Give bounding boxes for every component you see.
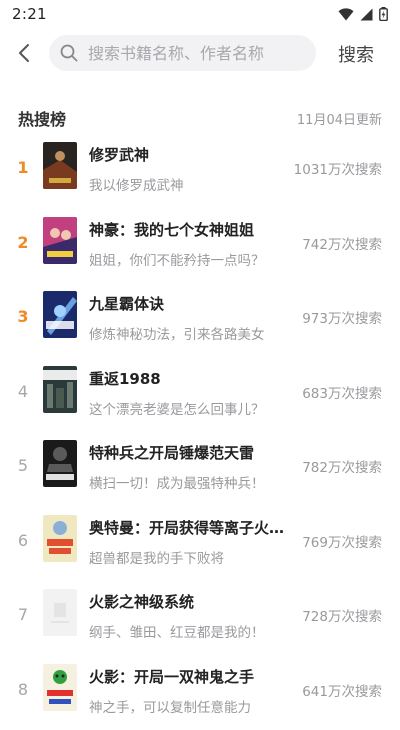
book-title: 特种兵之开局锤爆范天雷 — [89, 442, 289, 463]
search-count: 1031万次搜索 — [294, 158, 382, 178]
rank-number: 3 — [16, 307, 30, 326]
search-input[interactable] — [86, 43, 310, 64]
book-cover — [43, 515, 77, 562]
search-count: 683万次搜索 — [302, 382, 382, 402]
search-button[interactable]: 搜索 — [338, 41, 374, 67]
hot-search-title: 热搜榜 — [18, 106, 66, 130]
list-item[interactable]: 7 火影之神级系统 纲手、雏田、红豆都是我的！ 728万次搜索 — [0, 581, 400, 656]
search-box[interactable] — [49, 35, 316, 71]
book-description: 超兽都是我的手下败将 — [89, 547, 289, 567]
book-cover — [43, 291, 77, 338]
book-description: 横扫一切！成为最强特种兵！ — [89, 472, 289, 492]
hot-search-header: 热搜榜 11月04日更新 — [18, 106, 382, 130]
book-cover — [43, 217, 77, 264]
book-description: 修炼神秘功法，引来各路美女 — [89, 323, 289, 343]
battery-icon — [379, 7, 388, 21]
book-cover — [43, 142, 77, 189]
search-count: 769万次搜索 — [302, 531, 382, 551]
signal-icon — [360, 8, 373, 21]
list-item[interactable]: 2 神豪：我的七个女神姐姐 姐姐，你们不能矜持一点吗？ 742万次搜索 — [0, 209, 400, 284]
rank-number: 6 — [16, 531, 30, 550]
book-cover — [43, 440, 77, 487]
book-title: 九星霸体诀 — [89, 293, 289, 314]
search-count: 782万次搜索 — [302, 456, 382, 476]
rank-number: 4 — [16, 382, 30, 401]
book-title: 奥特曼：开局获得等离子火花塔 — [89, 517, 289, 538]
list-item[interactable]: 3 九星霸体诀 修炼神秘功法，引来各路美女 973万次搜索 — [0, 283, 400, 358]
book-cover-placeholder — [43, 589, 77, 636]
back-button[interactable] — [12, 40, 36, 66]
search-count: 973万次搜索 — [302, 307, 382, 327]
chevron-left-icon — [17, 43, 31, 63]
list-item[interactable]: 4 重返1988 这个漂亮老婆是怎么回事儿？ 683万次搜索 — [0, 358, 400, 433]
search-icon — [60, 44, 78, 62]
status-bar: 2:21 — [0, 0, 400, 28]
book-cover — [43, 366, 77, 413]
book-title: 神豪：我的七个女神姐姐 — [89, 219, 289, 240]
book-description: 纲手、雏田、红豆都是我的！ — [89, 621, 289, 641]
book-title: 修罗武神 — [89, 144, 289, 165]
rank-number: 5 — [16, 456, 30, 475]
search-count: 742万次搜索 — [302, 233, 382, 253]
list-item[interactable]: 6 奥特曼：开局获得等离子火花塔 超兽都是我的手下败将 769万次搜索 — [0, 507, 400, 582]
book-description: 这个漂亮老婆是怎么回事儿？ — [89, 398, 289, 418]
rank-number: 1 — [16, 158, 30, 177]
wifi-icon — [338, 8, 354, 21]
rank-number: 2 — [16, 233, 30, 252]
search-count: 641万次搜索 — [302, 680, 382, 700]
book-description: 我以修罗成武神 — [89, 174, 289, 194]
book-description: 神之手，可以复制任意能力 — [89, 696, 289, 716]
list-item[interactable]: 5 特种兵之开局锤爆范天雷 横扫一切！成为最强特种兵！ 782万次搜索 — [0, 432, 400, 507]
search-bar-row: 搜索 — [0, 32, 400, 74]
rank-number: 8 — [16, 680, 30, 699]
hot-search-list: 1 修罗武神 我以修罗成武神 1031万次搜索 2 神豪：我的七个女神姐姐 姐姐 — [0, 134, 400, 730]
book-title: 火影之神级系统 — [89, 591, 289, 612]
book-title: 重返1988 — [89, 368, 289, 389]
book-title: 火影：开局一双神鬼之手 — [89, 666, 289, 687]
update-date: 11月04日更新 — [297, 109, 382, 128]
status-time: 2:21 — [12, 5, 47, 23]
list-item[interactable]: 1 修罗武神 我以修罗成武神 1031万次搜索 — [0, 134, 400, 209]
search-count: 728万次搜索 — [302, 605, 382, 625]
rank-number: 7 — [16, 605, 30, 624]
book-description: 姐姐，你们不能矜持一点吗？ — [89, 249, 289, 269]
book-cover — [43, 664, 77, 711]
status-icons — [338, 7, 388, 21]
list-item[interactable]: 8 火影：开局一双神鬼之手 神之手，可以复制任意能力 641万次搜索 — [0, 656, 400, 730]
